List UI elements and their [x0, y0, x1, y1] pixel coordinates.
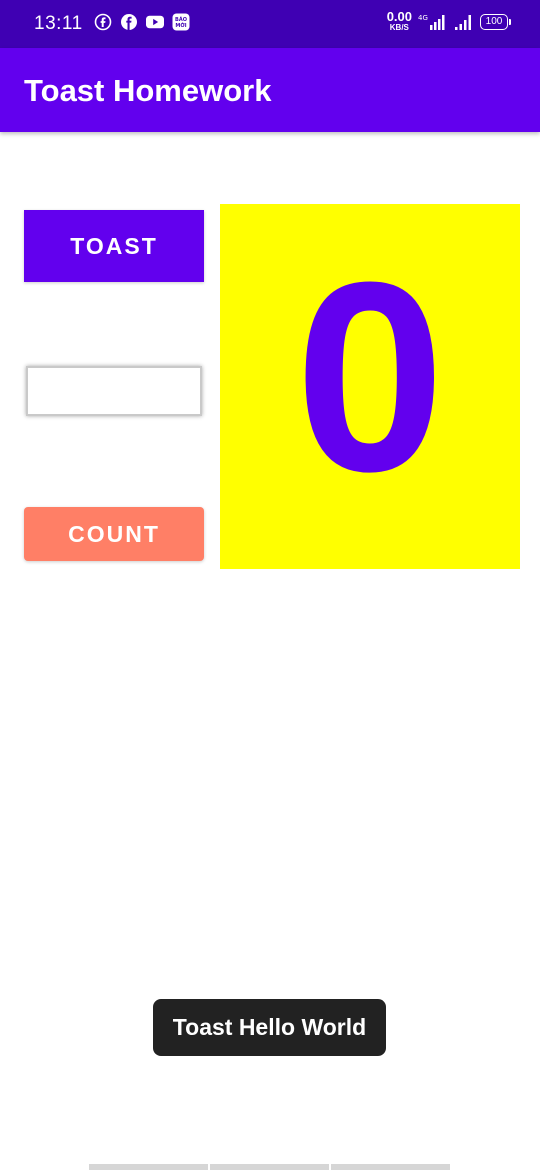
app-title: Toast Homework: [24, 73, 272, 108]
signal-bars-icon: [454, 13, 474, 31]
signal-4g-icon: 4G: [418, 13, 448, 31]
nav-home-button[interactable]: [210, 1164, 329, 1170]
facebook-icon: [120, 13, 138, 31]
count-display: 0: [220, 204, 520, 569]
network-type-label: 4G: [418, 14, 428, 22]
network-speed-value: 0.00: [386, 9, 412, 24]
count-button[interactable]: COUNT: [24, 507, 204, 561]
toast-button[interactable]: TOAST: [24, 210, 204, 282]
count-value: 0: [294, 226, 446, 528]
baomoi-icon: BÁO MỚI: [172, 13, 190, 31]
network-speed: 0.00 KB/S: [386, 9, 412, 33]
youtube-icon: [146, 13, 164, 31]
network-speed-unit: KB/S: [389, 23, 409, 32]
nav-back-button[interactable]: [331, 1164, 450, 1170]
navigation-bar: [89, 1164, 450, 1170]
notification-icons: BÁO MỚI: [94, 13, 190, 31]
battery-icon: 100: [480, 14, 511, 30]
svg-text:MỚI: MỚI: [175, 22, 186, 29]
svg-text:BÁO: BÁO: [175, 16, 187, 23]
facebook-outline-icon: [94, 13, 112, 31]
system-status-icons: 0.00 KB/S 4G 100: [386, 9, 511, 33]
text-input[interactable]: [26, 366, 202, 416]
toast-message: Toast Hello World: [153, 999, 386, 1056]
status-time: 13:11: [34, 13, 83, 34]
nav-recents-button[interactable]: [89, 1164, 208, 1170]
status-bar: 13:11 BÁO MỚI 0.00 KB/S 4G 100: [0, 0, 540, 48]
app-bar: Toast Homework: [0, 48, 540, 132]
